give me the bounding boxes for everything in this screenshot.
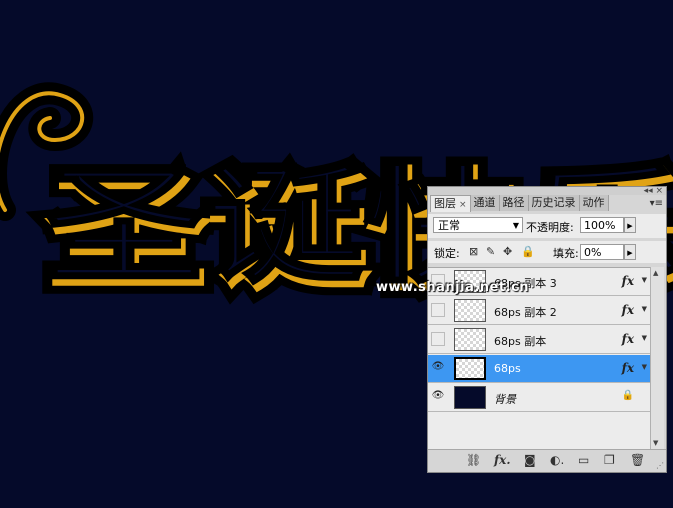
layer-name: 68ps 副本 — [494, 335, 547, 348]
fill-input[interactable]: 0% — [580, 244, 624, 260]
close-panel-icon[interactable]: ◂◂ × — [644, 187, 663, 196]
expand-effects-icon[interactable]: ▼ — [642, 276, 647, 284]
blend-row: 正常 ▼ 不透明度: 100% ▶ — [428, 214, 666, 238]
tab-history[interactable]: 历史记录 — [528, 195, 580, 211]
layers-scrollbar[interactable]: ▲ ▼ — [650, 267, 664, 449]
layer-row[interactable]: 👁 背景 🔒 — [428, 384, 650, 412]
layer-thumbnail — [454, 357, 486, 380]
lock-row: 锁定: ⊠ ✎ ✥ 🔒 填充: 0% ▶ — [428, 241, 666, 263]
panel-bottom-bar: ⛓ fx. ◙ ◐. ▭ ❐ 🗑 ⋰ — [428, 449, 666, 472]
fx-icon[interactable]: fx — [622, 332, 634, 346]
layer-thumbnail — [454, 386, 486, 409]
panel-tabs: 图层 × 通道 路径 历史记录 动作 — [430, 195, 646, 212]
link-icon[interactable]: ⛓ — [466, 453, 481, 467]
opacity-slider-arrow-icon[interactable]: ▶ — [624, 217, 636, 233]
lock-all-icon[interactable]: 🔒 — [521, 245, 535, 258]
lock-move-icon[interactable]: ✥ — [503, 245, 512, 258]
scroll-up-icon[interactable]: ▲ — [653, 269, 658, 277]
tab-actions[interactable]: 动作 — [579, 195, 609, 211]
lock-icon: 🔒 — [621, 390, 634, 401]
resize-grip-icon[interactable]: ⋰ — [656, 461, 664, 470]
tab-layers[interactable]: 图层 × — [430, 195, 471, 212]
mask-icon[interactable]: ◙ — [524, 453, 536, 467]
tab-channels[interactable]: 通道 — [470, 195, 500, 211]
blend-mode-select[interactable]: 正常 ▼ — [433, 217, 523, 233]
layer-thumbnail — [454, 299, 486, 322]
group-icon[interactable]: ▭ — [578, 453, 589, 467]
expand-effects-icon[interactable]: ▼ — [642, 363, 647, 371]
visibility-toggle[interactable] — [431, 332, 445, 346]
adjustment-icon[interactable]: ◐. — [550, 453, 564, 467]
layer-name: 68ps — [494, 362, 521, 375]
trash-icon[interactable]: 🗑 — [630, 453, 645, 467]
fx-icon[interactable]: fx. — [494, 453, 511, 467]
expand-effects-icon[interactable]: ▼ — [642, 334, 647, 342]
panel-titlebar[interactable]: ◂◂ × — [428, 187, 666, 196]
close-tab-icon[interactable]: × — [459, 200, 467, 210]
opacity-label: 不透明度: — [526, 221, 574, 234]
expand-effects-icon[interactable]: ▼ — [642, 305, 647, 313]
opacity-input[interactable]: 100% — [580, 217, 624, 233]
eye-icon[interactable]: 👁 — [431, 361, 445, 375]
fill-label: 填充: — [553, 247, 579, 260]
fx-icon[interactable]: fx — [622, 361, 634, 375]
visibility-toggle[interactable] — [431, 303, 445, 317]
fx-icon[interactable]: fx — [622, 303, 634, 317]
layer-row-selected[interactable]: 👁 68ps fx ▼ — [428, 355, 650, 383]
eye-icon[interactable]: 👁 — [431, 390, 445, 404]
fx-icon[interactable]: fx — [622, 274, 634, 288]
lock-transparent-icon[interactable]: ⊠ — [469, 245, 478, 258]
panel-menu-icon[interactable]: ▾≡ — [650, 198, 663, 209]
dropdown-arrow-icon: ▼ — [512, 221, 519, 230]
layer-name: 68ps 副本 2 — [494, 306, 557, 319]
tab-paths[interactable]: 路径 — [499, 195, 529, 211]
watermark-text: www.shanjia.net.cn — [376, 280, 529, 295]
new-layer-icon[interactable]: ❐ — [604, 453, 615, 467]
fill-slider-arrow-icon[interactable]: ▶ — [624, 244, 636, 260]
layer-thumbnail — [454, 328, 486, 351]
lock-label: 锁定: — [434, 247, 460, 260]
layer-name: 背景 — [494, 393, 516, 406]
layers-panel[interactable]: ◂◂ × 图层 × 通道 路径 历史记录 动作 ▾≡ 正常 ▼ 不透明度: 100… — [427, 186, 667, 473]
layer-row[interactable]: 68ps 副本 fx ▼ — [428, 326, 650, 354]
layer-row[interactable]: 68ps 副本 2 fx ▼ — [428, 297, 650, 325]
scroll-down-icon[interactable]: ▼ — [653, 439, 658, 447]
lock-brush-icon[interactable]: ✎ — [486, 245, 495, 258]
